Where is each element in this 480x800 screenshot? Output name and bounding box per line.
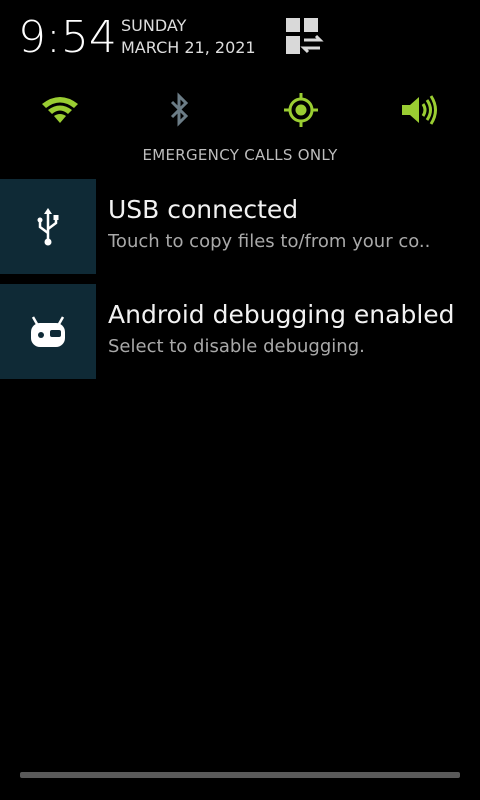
panel-drag-handle[interactable] [20, 772, 460, 778]
notification-icon-box [0, 284, 96, 379]
android-debug-icon [31, 315, 65, 347]
wifi-toggle[interactable] [25, 82, 95, 137]
location-toggle[interactable] [266, 82, 336, 137]
wifi-icon [42, 96, 78, 123]
notification-title: Android debugging enabled [108, 300, 455, 329]
sound-toggle[interactable] [385, 82, 455, 137]
quick-settings-row [0, 82, 480, 137]
date-label: MARCH 21, 2021 [121, 38, 256, 57]
grid-swap-icon [286, 18, 324, 54]
volume-icon [402, 94, 437, 125]
notification-icon-box [0, 179, 96, 274]
carrier-status: EMERGENCY CALLS ONLY [142, 146, 338, 164]
notification-header: 9:54 SUNDAY MARCH 21, 2021 [0, 0, 480, 80]
notification-text: Select to disable debugging. [108, 336, 365, 357]
clock-time: 9:54 [18, 12, 117, 63]
day-label: SUNDAY [121, 16, 187, 35]
usb-icon [37, 207, 59, 245]
notification-text: Touch to copy files to/from your co.. [108, 231, 431, 252]
notification-usb[interactable]: USB connected Touch to copy files to/fro… [0, 179, 480, 274]
date-block: SUNDAY MARCH 21, 2021 [121, 15, 256, 59]
notification-title: USB connected [108, 195, 299, 224]
gps-icon [284, 92, 318, 127]
bluetooth-icon [170, 91, 189, 127]
bluetooth-toggle[interactable] [145, 82, 215, 137]
notification-debugging[interactable]: Android debugging enabled Select to disa… [0, 284, 480, 379]
settings-toggle-button[interactable] [282, 16, 328, 58]
